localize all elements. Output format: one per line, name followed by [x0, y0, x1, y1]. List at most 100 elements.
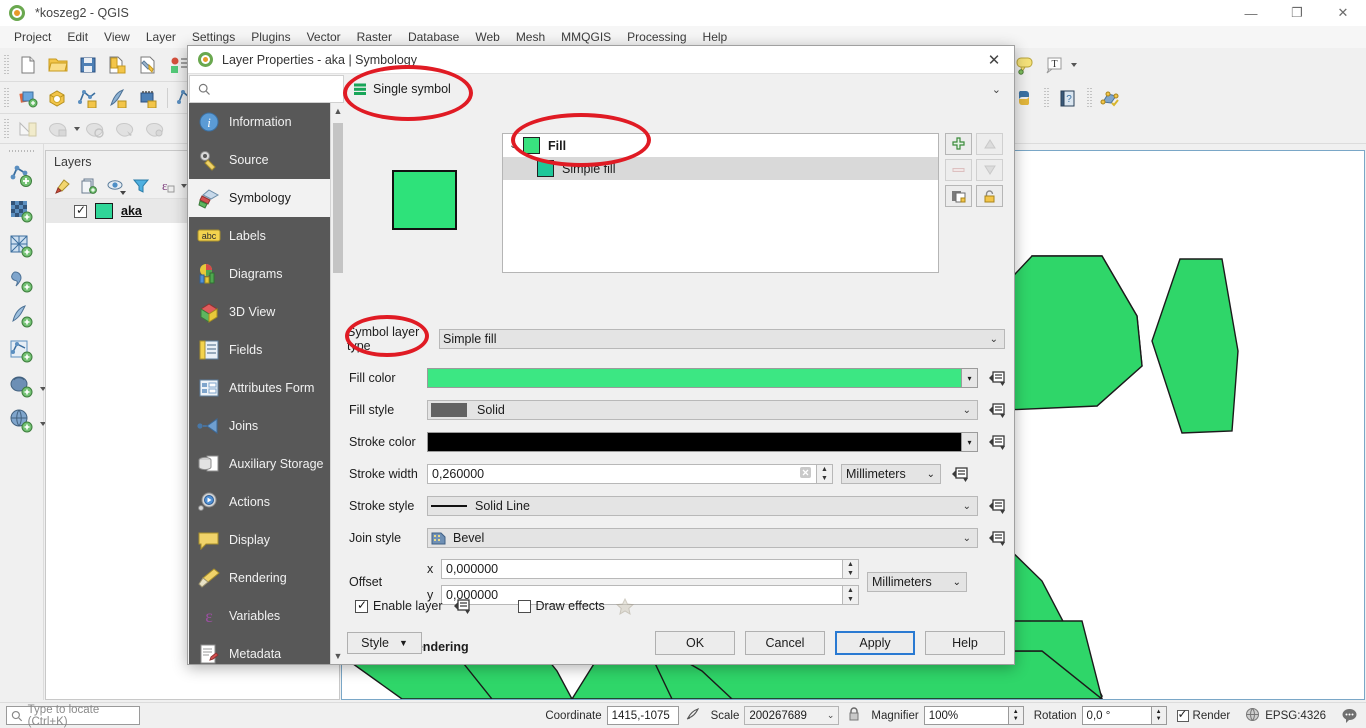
filter-legend-icon[interactable]	[128, 174, 154, 198]
add-vector-tile-layer-icon[interactable]	[5, 334, 39, 368]
ok-button[interactable]: OK	[655, 631, 735, 655]
rotation-input[interactable]: 0,0 °	[1081, 706, 1152, 725]
toolbar-grip[interactable]	[3, 118, 10, 139]
move-up-button[interactable]	[976, 133, 1003, 155]
sidebar-item-auxiliary-storage[interactable]: Auxiliary Storage	[189, 445, 344, 483]
stroke-color-button[interactable]: ▾	[427, 432, 978, 452]
scroll-up-arrow-icon[interactable]: ▲	[331, 103, 345, 119]
toolbar-grip[interactable]	[1086, 88, 1093, 108]
sidebar-item-rendering[interactable]: Rendering	[189, 559, 344, 597]
dialog-close-button[interactable]: ✕	[974, 46, 1014, 74]
enable-layer-checkbox[interactable]	[355, 598, 368, 613]
add-postgis-layer-icon[interactable]	[5, 369, 46, 403]
toolbar-grip[interactable]	[3, 87, 10, 108]
remove-symbol-layer-button[interactable]	[945, 159, 972, 181]
offset-x-input[interactable]: 0,000000	[441, 559, 843, 579]
menu-plugins[interactable]: Plugins	[243, 28, 298, 46]
effects-star-icon[interactable]	[613, 595, 637, 617]
menu-database[interactable]: Database	[400, 28, 467, 46]
clear-field-icon[interactable]	[799, 466, 812, 482]
sidebar-scrollbar[interactable]: ▲ ▼	[330, 103, 344, 664]
render-group[interactable]: Render	[1176, 707, 1236, 722]
new-print-layout-icon[interactable]	[134, 52, 162, 78]
identify-features-icon[interactable]	[111, 116, 139, 142]
magnifier-spinner[interactable]: ▲ ▼	[1008, 706, 1024, 725]
stroke-width-input[interactable]: 0,260000	[427, 464, 817, 484]
sidebar-item-information[interactable]: i Information	[189, 103, 344, 141]
fill-style-combobox[interactable]: Solid ⌄	[427, 400, 978, 420]
save-project-as-icon[interactable]	[104, 52, 132, 78]
expression-filter-icon[interactable]: ε	[154, 174, 180, 198]
menu-help[interactable]: Help	[695, 28, 736, 46]
join-style-combobox[interactable]: Bevel ⌄	[427, 528, 978, 548]
offset-x-spinner[interactable]: ▲ ▼	[843, 559, 859, 579]
open-layer-styling-icon[interactable]	[50, 174, 76, 198]
add-delimited-text-layer-icon[interactable]	[5, 264, 39, 298]
new-project-icon[interactable]	[14, 52, 42, 78]
add-mesh-layer-icon[interactable]	[5, 229, 39, 263]
open-project-icon[interactable]	[44, 52, 72, 78]
chevron-down-icon[interactable]	[74, 126, 80, 131]
data-defined-override-icon[interactable]	[985, 399, 1009, 421]
chevron-down-icon[interactable]: ▾	[961, 433, 977, 451]
sidebar-item-source[interactable]: Source	[189, 141, 344, 179]
toolbar-grip[interactable]	[1043, 88, 1050, 108]
data-defined-override-icon[interactable]	[450, 595, 474, 617]
symbol-layer-tree[interactable]: ⌄ Fill Simple fill	[502, 133, 939, 273]
help-contents-icon[interactable]: ?	[1054, 85, 1082, 111]
coordinate-input[interactable]: 1415,-1075	[606, 706, 679, 725]
zoom-full-icon[interactable]	[134, 85, 162, 111]
data-defined-override-icon[interactable]	[985, 527, 1009, 549]
chevron-down-icon[interactable]: ⌄	[509, 140, 523, 151]
chevron-down-icon[interactable]: ▾	[961, 369, 977, 387]
sidebar-item-variables[interactable]: ε Variables	[189, 597, 344, 635]
menu-raster[interactable]: Raster	[349, 28, 400, 46]
scroll-down-arrow-icon[interactable]: ▼	[331, 648, 345, 664]
select-features-icon[interactable]	[44, 116, 72, 142]
offset-y-spinner[interactable]: ▲ ▼	[843, 585, 859, 605]
table-row[interactable]: ⌄ Fill	[503, 134, 938, 157]
open-attribute-table-icon[interactable]	[141, 116, 169, 142]
sidebar-item-fields[interactable]: Fields	[189, 331, 344, 369]
sidebar-item-3d-view[interactable]: 3D View	[189, 293, 344, 331]
rotation-spinner[interactable]: ▲ ▼	[1151, 706, 1167, 725]
data-defined-override-icon[interactable]	[948, 463, 972, 485]
add-symbol-layer-button[interactable]	[945, 133, 972, 155]
zoom-out-icon[interactable]	[104, 85, 132, 111]
menu-settings[interactable]: Settings	[184, 28, 243, 46]
menu-layer[interactable]: Layer	[138, 28, 184, 46]
menu-web[interactable]: Web	[467, 28, 507, 46]
menu-edit[interactable]: Edit	[59, 28, 96, 46]
manage-map-themes-icon[interactable]	[102, 174, 128, 198]
maximize-button[interactable]: ❐	[1274, 0, 1320, 26]
sidebar-item-attributes-form[interactable]: Attributes Form	[189, 369, 344, 407]
menu-processing[interactable]: Processing	[619, 28, 694, 46]
render-checkbox[interactable]	[1176, 707, 1189, 722]
messages-log-icon[interactable]	[1341, 708, 1358, 723]
mmqgis-icon[interactable]	[1097, 85, 1125, 111]
lock-layer-button[interactable]	[976, 185, 1003, 207]
magnifier-input[interactable]: 100%	[923, 706, 1009, 725]
data-defined-override-icon[interactable]	[985, 495, 1009, 517]
renderer-type-combobox[interactable]: Single symbol ⌄	[349, 78, 1009, 100]
symbol-layer-type-combobox[interactable]: Simple fill ⌄	[439, 329, 1005, 349]
add-spatialite-layer-icon[interactable]	[5, 299, 39, 333]
stroke-width-unit-combobox[interactable]: Millimeters ⌄	[841, 464, 941, 484]
data-defined-override-icon[interactable]	[985, 431, 1009, 453]
add-raster-layer-icon[interactable]	[5, 194, 39, 228]
text-annotation-icon[interactable]: T	[1041, 52, 1069, 78]
new-map-note-icon[interactable]	[1011, 52, 1039, 78]
duplicate-symbol-layer-button[interactable]	[945, 185, 972, 207]
add-vector-layer-icon[interactable]	[5, 159, 39, 193]
data-defined-override-icon[interactable]	[985, 367, 1009, 389]
menu-vector[interactable]: Vector	[299, 28, 349, 46]
move-down-button[interactable]	[976, 159, 1003, 181]
layer-name[interactable]: aka	[121, 204, 142, 218]
toolbar-grip[interactable]	[3, 54, 10, 75]
save-project-icon[interactable]	[74, 52, 102, 78]
cancel-button[interactable]: Cancel	[745, 631, 825, 655]
menu-view[interactable]: View	[96, 28, 138, 46]
menu-mmqgis[interactable]: MMQGIS	[553, 28, 619, 46]
lock-scale-icon[interactable]	[847, 706, 861, 725]
close-button[interactable]: ✕	[1320, 0, 1366, 26]
